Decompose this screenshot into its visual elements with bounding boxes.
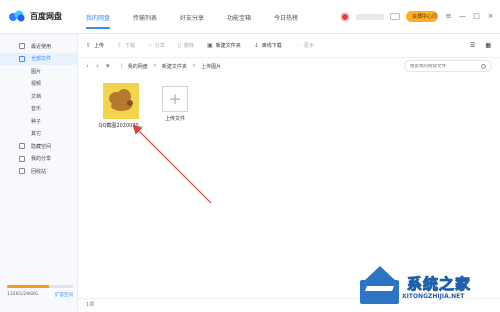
tab-feature-box[interactable]: 功能宝箱 (227, 13, 274, 29)
search-box[interactable] (404, 60, 492, 72)
app-name: 百度网盘 (30, 11, 62, 21)
sidebar: 最近使用 全部文件 图片 视频 文档 音乐 种子 其它 隐藏空间 我的分享 回收… (0, 34, 78, 312)
breadcrumb-my-drive[interactable]: 我的网盘 (128, 63, 148, 70)
download-label: 下载 (125, 43, 136, 49)
sidebar-item-recent[interactable]: 最近使用 (0, 40, 77, 53)
expand-storage-link[interactable]: 扩容空间 (55, 292, 73, 298)
tab-transfer-list[interactable]: 传输列表 (133, 13, 180, 29)
upload-label: 上传 (94, 43, 105, 49)
offline-download-icon: ↓ (253, 42, 259, 49)
vip-icon[interactable] (390, 13, 400, 20)
sort-icon[interactable]: ☰ (470, 42, 475, 49)
folder-icon (19, 55, 25, 62)
download-icon: ⇩ (117, 42, 123, 49)
share-icon: ⌁ (148, 42, 152, 49)
watermark-title: 系统之家 (406, 275, 472, 294)
storage-fill (7, 285, 50, 288)
back-arrow-icon[interactable]: ‹ (86, 62, 96, 70)
sidebar-item-label: 隐藏空间 (31, 143, 52, 150)
download-button[interactable]: ⇩ 下载 (117, 42, 135, 49)
user-name-redacted[interactable] (356, 13, 384, 20)
share-icon (19, 155, 25, 162)
settings-icon[interactable]: ⚙ (431, 13, 438, 20)
sidebar-item-my-shares[interactable]: 我的分享 (0, 153, 77, 166)
sidebar-item-other[interactable]: 其它 (0, 128, 77, 141)
path-separator: | (121, 63, 123, 69)
search-icon[interactable] (481, 63, 486, 69)
sidebar-item-images[interactable]: 图片 (0, 65, 77, 78)
trash-icon: ▯ (177, 42, 182, 49)
tab-my-drive[interactable]: 我的网盘 (86, 13, 133, 29)
upload-box[interactable]: + (162, 86, 188, 112)
delete-button[interactable]: ▯ 删除 (178, 42, 194, 49)
path-separator: > (191, 63, 197, 69)
tab-friend-share[interactable]: 好友分享 (180, 13, 227, 29)
watermark-url: XITONGZHIJIA.NET (402, 293, 465, 300)
sidebar-item-recycle-bin[interactable]: 回收站 (0, 165, 77, 178)
window-controls: ✉ ⚙ ≡ — □ × (417, 13, 494, 20)
site-watermark: 系统之家 XITONGZHIJIA.NET (360, 263, 495, 312)
trash-icon (19, 168, 25, 174)
baidu-cloud-icon (9, 10, 25, 22)
sidebar-item-hidden-space[interactable]: 隐藏空间 (0, 140, 77, 153)
title-bar: 百度网盘 我的网盘 传输列表 好友分享 功能宝箱 今日热榜 会员中心 ✉ ⚙ ≡… (0, 0, 500, 34)
maximize-icon[interactable]: □ (473, 13, 480, 20)
sidebar-item-label: 我的分享 (31, 156, 52, 163)
minimize-icon[interactable]: — (459, 13, 466, 20)
file-name: QQ截图2020070... (98, 123, 144, 129)
sidebar-item-label: 最近使用 (31, 43, 52, 50)
folder-plus-icon: ▣ (207, 42, 213, 49)
storage-used-text: 1326G/2068G (7, 292, 39, 297)
more-button[interactable]: ⋯ 更多 (295, 42, 314, 49)
sidebar-item-label: 全部文件 (31, 56, 52, 63)
image-thumbnail (103, 83, 139, 119)
new-folder-label: 新建文件夹 (215, 43, 241, 49)
more-icon: ⋯ (294, 42, 301, 49)
upload-file-label: 上传文件 (164, 116, 185, 122)
item-count: 1项 (86, 302, 95, 308)
lock-icon (19, 143, 25, 149)
mail-icon[interactable]: ✉ (417, 13, 424, 20)
sidebar-item-documents[interactable]: 文档 (0, 90, 77, 103)
more-label: 更多 (303, 43, 314, 49)
sidebar-item-torrents[interactable]: 种子 (0, 115, 77, 128)
sidebar-item-all-files[interactable]: 全部文件 (0, 52, 77, 65)
file-card-image[interactable]: QQ截图2020070... (94, 83, 148, 129)
sidebar-item-label: 回收站 (31, 168, 47, 175)
view-controls: ☰ ▦ (470, 42, 491, 49)
share-button[interactable]: ⌁ 分享 (148, 42, 165, 49)
forward-arrow-icon[interactable]: › (96, 62, 106, 70)
sidebar-item-videos[interactable]: 视频 (0, 78, 77, 91)
close-icon[interactable]: × (487, 13, 494, 20)
breadcrumb-new-folder[interactable]: 新建文件夹 (162, 63, 187, 70)
upload-button[interactable]: ⇧ 上传 (86, 42, 104, 49)
share-label: 分享 (154, 43, 165, 49)
offline-download-button[interactable]: ↓ 离线下载 (254, 42, 282, 49)
dropdown-icon[interactable]: ▾ (106, 62, 116, 70)
sidebar-item-music[interactable]: 音乐 (0, 103, 77, 116)
grid-view-icon[interactable]: ▦ (485, 42, 491, 49)
delete-label: 删除 (184, 43, 195, 49)
offline-download-label: 离线下载 (261, 43, 282, 49)
storage-meter: 1326G/2068G 扩容空间 (7, 285, 73, 298)
path-bar: ‹ › ▾ | 我的网盘 > 新建文件夹 > 上传图片 (78, 58, 500, 74)
breadcrumb-upload-images[interactable]: 上传图片 (201, 63, 221, 70)
search-input[interactable] (410, 63, 478, 69)
plus-icon: + (168, 89, 182, 108)
house-logo-icon (360, 266, 402, 308)
menu-icon[interactable]: ≡ (445, 13, 452, 20)
top-tabs: 我的网盘 传输列表 好友分享 功能宝箱 今日热榜 (86, 13, 321, 29)
upload-icon: ⇧ (86, 42, 92, 49)
avatar[interactable] (340, 11, 350, 22)
clock-icon (19, 43, 25, 49)
toolbar: ⇧ 上传 ⇩ 下载 ⌁ 分享 ▯ 删除 ▣ 新建文件夹 ↓ 离线下载 ⋯ 更多 ☰ ▦ (78, 34, 500, 58)
app-logo: 百度网盘 (8, 10, 62, 22)
storage-bar (7, 285, 73, 288)
path-separator: > (152, 63, 157, 69)
tab-today-hot[interactable]: 今日热榜 (274, 13, 321, 29)
new-folder-button[interactable]: ▣ 新建文件夹 (207, 42, 241, 49)
upload-file-card[interactable]: + 上传文件 (162, 86, 188, 122)
